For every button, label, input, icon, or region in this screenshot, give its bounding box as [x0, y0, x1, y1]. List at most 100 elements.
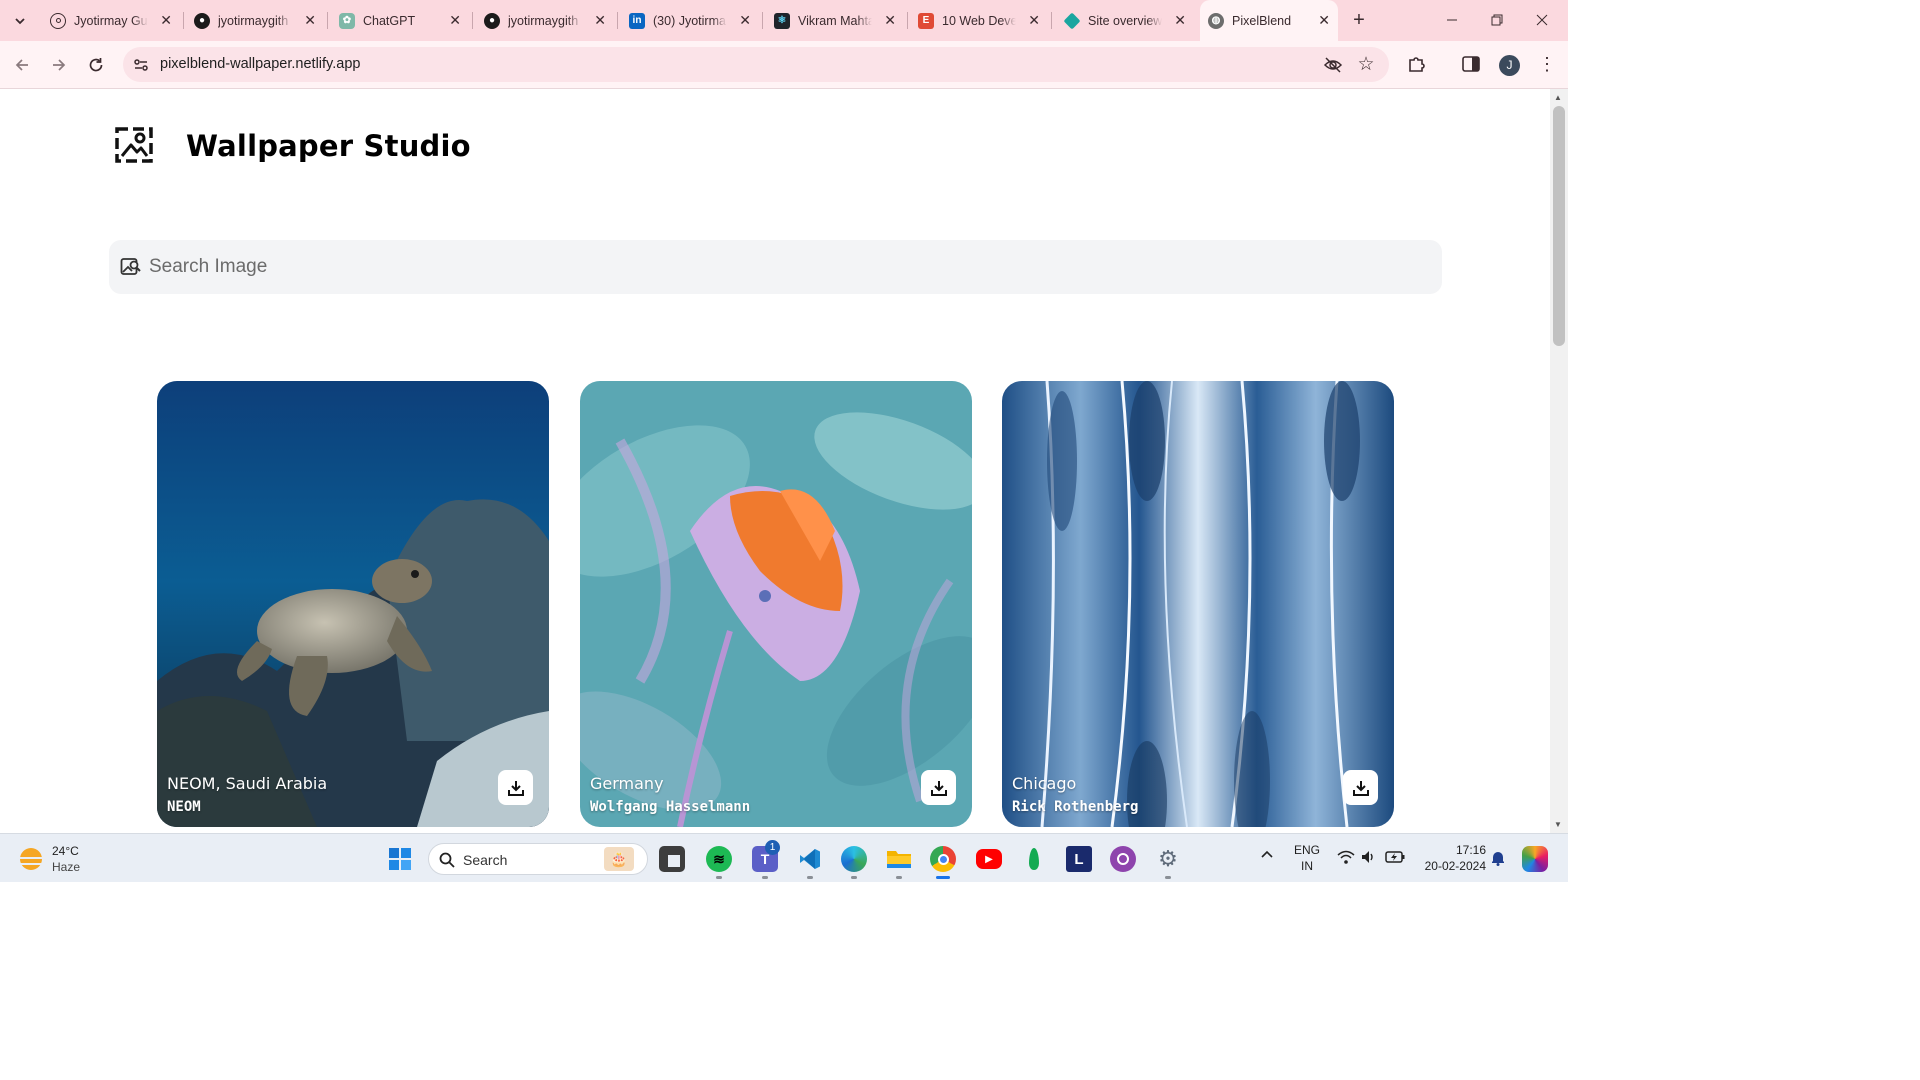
clock-date[interactable]: 20-02-2024: [1412, 859, 1486, 873]
teams-icon[interactable]: T 1: [752, 840, 780, 872]
app-l-icon[interactable]: L: [1066, 846, 1092, 872]
download-button[interactable]: [921, 770, 956, 805]
browser-tab[interactable]: in (30) Jyotirma ✕: [621, 6, 759, 35]
close-tab-icon[interactable]: ✕: [884, 12, 896, 29]
account-circle-icon: [50, 12, 66, 29]
file-explorer-icon[interactable]: [886, 846, 912, 872]
image-search-bar[interactable]: [109, 240, 1442, 294]
search-icon: [439, 852, 455, 868]
bookmark-star-icon[interactable]: ☆: [1356, 55, 1376, 75]
photographer-name: Wolfgang Hasselmann: [590, 799, 751, 815]
github-desktop-icon[interactable]: [1110, 846, 1136, 872]
scroll-down-arrow-icon[interactable]: ▼: [1554, 820, 1562, 829]
site-info-icon[interactable]: [132, 56, 150, 74]
spotify-icon[interactable]: ≋: [706, 846, 732, 872]
forward-button[interactable]: [47, 53, 71, 77]
browser-tab[interactable]: ✿ ChatGPT ✕: [331, 6, 469, 35]
weather-widget[interactable]: 24°C Haze: [18, 843, 98, 875]
github-icon: ●: [484, 12, 500, 29]
wallpaper-image: [580, 381, 972, 827]
task-view-icon[interactable]: [659, 846, 685, 872]
back-button[interactable]: [10, 53, 34, 77]
windows-start-button[interactable]: [387, 846, 413, 872]
side-panel-icon: [1462, 56, 1480, 72]
wallpaper-card[interactable]: Germany Wolfgang Hasselmann: [580, 381, 972, 827]
browser-tab-strip: Jyotirmay Gu ✕ ● jyotirmaygith ✕ ✿ ChatG…: [0, 0, 1568, 41]
close-tab-icon[interactable]: ✕: [594, 12, 606, 29]
tab-divider: [327, 12, 328, 29]
scroll-up-arrow-icon[interactable]: ▲: [1554, 93, 1562, 102]
download-button[interactable]: [1343, 770, 1378, 805]
taskbar-search-box[interactable]: Search 🎂: [428, 843, 648, 875]
running-indicator: [807, 876, 813, 879]
browser-menu-button[interactable]: ⋮: [1538, 53, 1556, 77]
minimize-icon: [1447, 19, 1457, 21]
search-input[interactable]: [149, 240, 1429, 294]
chrome-icon[interactable]: [930, 846, 956, 872]
browser-tab[interactable]: ⚛ Vikram Mahta ✕: [766, 6, 904, 35]
chevron-down-icon: [15, 18, 25, 25]
copilot-icon[interactable]: [1522, 846, 1548, 872]
browser-tab[interactable]: E 10 Web Deve ✕: [910, 6, 1048, 35]
input-language[interactable]: ENG: [1290, 843, 1324, 857]
close-tab-icon[interactable]: ✕: [1318, 12, 1330, 29]
profile-avatar[interactable]: J: [1499, 55, 1520, 76]
settings-gear-icon[interactable]: ⚙: [1155, 846, 1181, 872]
download-icon: [507, 780, 524, 796]
side-panel-button[interactable]: [1460, 53, 1484, 77]
notification-bell-icon[interactable]: [1491, 850, 1505, 871]
youtube-icon[interactable]: ▶: [976, 849, 1002, 869]
reload-icon: [89, 58, 103, 72]
input-region[interactable]: IN: [1290, 859, 1324, 873]
wifi-icon[interactable]: [1337, 849, 1355, 870]
browser-tab-active[interactable]: ◍ PixelBlend ✕: [1200, 0, 1338, 41]
download-button[interactable]: [498, 770, 533, 805]
eye-off-icon[interactable]: [1323, 55, 1343, 75]
volume-icon[interactable]: [1360, 849, 1376, 870]
edge-icon[interactable]: [841, 846, 867, 872]
browser-tab[interactable]: Site overview ✕: [1056, 6, 1194, 35]
clock-time[interactable]: 17:16: [1440, 843, 1486, 857]
mongodb-icon[interactable]: [1021, 846, 1047, 872]
extensions-button[interactable]: [1406, 53, 1430, 77]
close-tab-icon[interactable]: ✕: [304, 12, 316, 29]
globe-icon: ◍: [1208, 12, 1224, 29]
chatgpt-icon: ✿: [339, 12, 355, 29]
show-hidden-icons-chevron-icon[interactable]: [1260, 848, 1274, 867]
address-bar[interactable]: pixelblend-wallpaper.netlify.app ☆: [123, 47, 1389, 82]
running-indicator: [896, 876, 902, 879]
browser-tab[interactable]: Jyotirmay Gu ✕: [42, 6, 180, 35]
tab-title: (30) Jyotirma: [653, 13, 726, 28]
minimize-window-button[interactable]: [1440, 8, 1464, 32]
running-indicator: [762, 876, 768, 879]
tab-divider: [472, 12, 473, 29]
close-tab-icon[interactable]: ✕: [1174, 12, 1186, 29]
github-icon: ●: [194, 12, 210, 29]
bookmark-icon: E: [918, 12, 934, 29]
tab-title: jyotirmaygith: [218, 13, 289, 28]
close-tab-icon[interactable]: ✕: [449, 12, 461, 29]
reload-button[interactable]: [84, 53, 108, 77]
wallpaper-card[interactable]: Chicago Rick Rothenberg: [1002, 381, 1394, 827]
tab-search-button[interactable]: [8, 9, 32, 33]
vscode-icon[interactable]: [797, 846, 823, 872]
close-tab-icon[interactable]: ✕: [1028, 12, 1040, 29]
birthday-cake-icon: 🎂: [604, 847, 634, 871]
browser-tab[interactable]: ● jyotirmaygith ✕: [186, 6, 324, 35]
arrow-left-icon: [15, 59, 28, 71]
tab-title: Jyotirmay Gu: [74, 13, 148, 28]
tab-title: jyotirmaygith: [508, 13, 579, 28]
tab-divider: [762, 12, 763, 29]
restore-window-button[interactable]: [1485, 8, 1509, 32]
close-tab-icon[interactable]: ✕: [160, 12, 172, 29]
scrollbar-thumb[interactable]: [1553, 106, 1565, 346]
url-text[interactable]: pixelblend-wallpaper.netlify.app: [160, 56, 360, 72]
battery-charging-icon[interactable]: [1385, 849, 1405, 870]
browser-tab[interactable]: ● jyotirmaygith ✕: [476, 6, 614, 35]
tab-divider: [1051, 12, 1052, 29]
wallpaper-card[interactable]: NEOM, Saudi Arabia NEOM: [157, 381, 549, 827]
close-tab-icon[interactable]: ✕: [739, 12, 751, 29]
close-window-button[interactable]: [1530, 8, 1554, 32]
new-tab-button[interactable]: +: [1347, 8, 1371, 32]
weather-temperature: 24°C: [52, 844, 79, 858]
